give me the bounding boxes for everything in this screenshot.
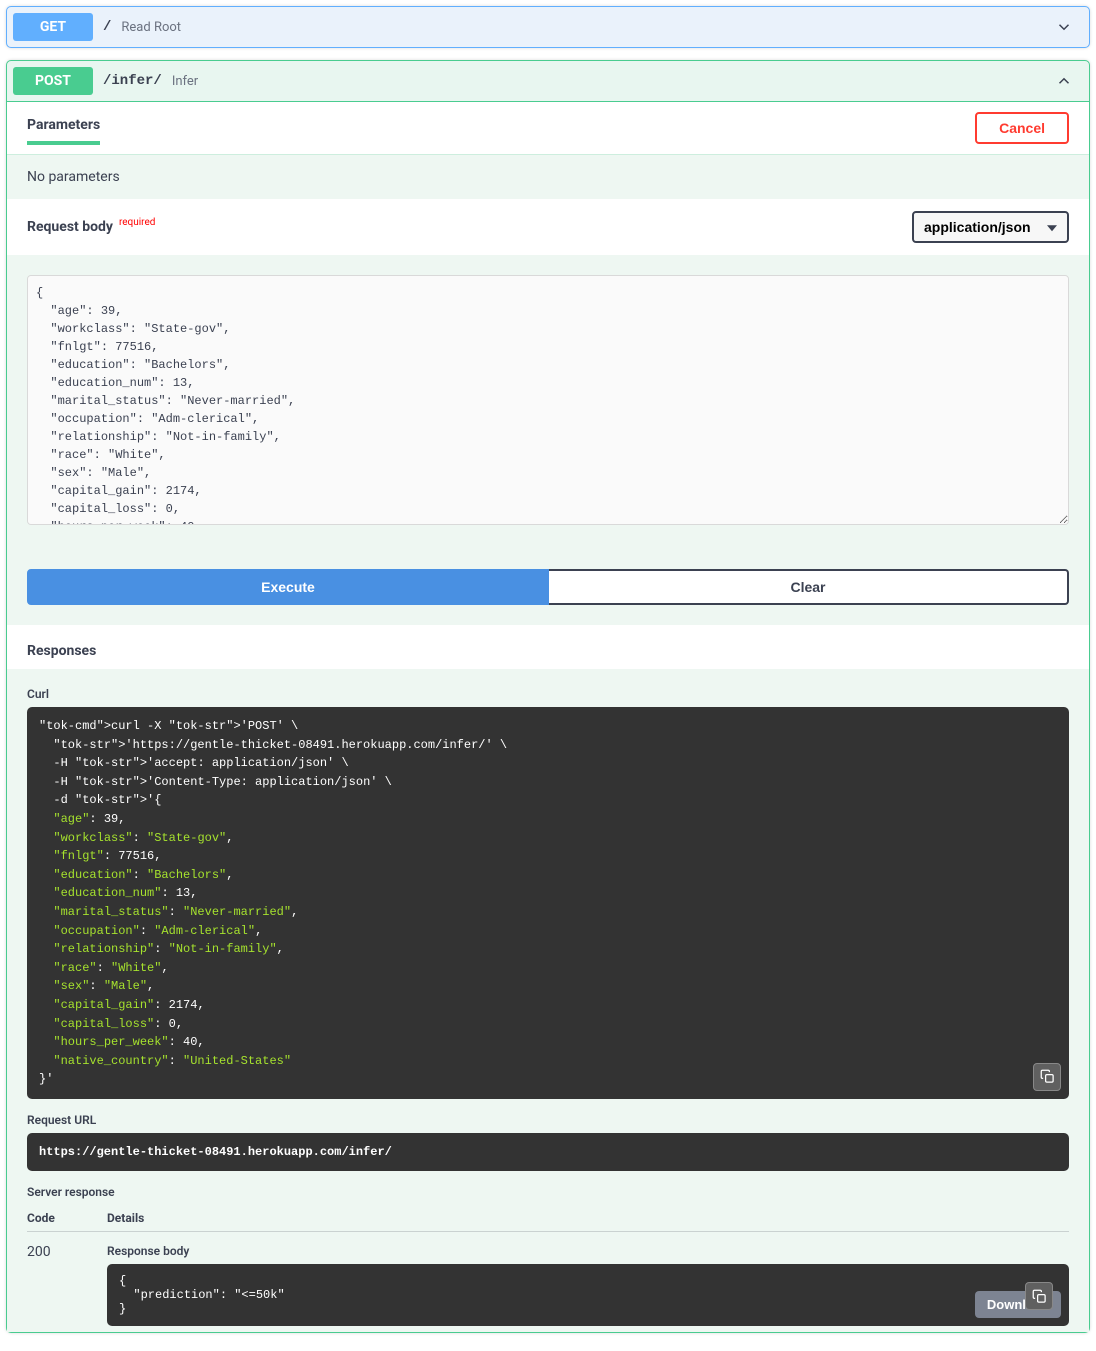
opblock-get: GET / Read Root [6, 6, 1090, 48]
method-badge-post: POST [13, 67, 93, 95]
responses-header: Responses [7, 625, 1089, 669]
request-url-block: https://gentle-thicket-08491.herokuapp.c… [27, 1133, 1069, 1172]
responses-inner: Curl "tok-cmd">curl -X "tok-str">'POST' … [7, 669, 1089, 1332]
cancel-button[interactable]: Cancel [975, 112, 1069, 144]
curl-label: Curl [27, 687, 1069, 701]
parameters-header: Parameters Cancel [7, 102, 1089, 154]
action-button-row: Execute Clear [7, 549, 1089, 625]
response-code: 200 [27, 1244, 107, 1326]
response-body-label: Response body [107, 1244, 1069, 1258]
col-details-header: Details [107, 1211, 1069, 1225]
chevron-down-icon [1055, 18, 1073, 36]
path-post: /infer/ [103, 73, 172, 89]
opblock-post: POST /infer/ Infer Parameters Cancel No … [6, 60, 1090, 1333]
response-body-block: { "prediction": "<=50k" } Download [107, 1264, 1069, 1326]
resp-table-header: Code Details [27, 1205, 1069, 1232]
desc-get: Read Root [121, 20, 181, 35]
path-get: / [103, 19, 121, 35]
request-url-value: https://gentle-thicket-08491.herokuapp.c… [39, 1145, 392, 1159]
request-url-label: Request URL [27, 1113, 1069, 1127]
server-response-label: Server response [27, 1185, 1069, 1199]
chevron-up-icon [1055, 72, 1073, 90]
no-parameters-msg: No parameters [7, 154, 1089, 199]
opblock-post-summary[interactable]: POST /infer/ Infer [7, 61, 1089, 101]
responses-label: Responses [27, 643, 1069, 659]
parameters-tab[interactable]: Parameters [27, 117, 100, 139]
clear-button[interactable]: Clear [549, 569, 1069, 605]
request-body-area: { "age": 39, "workclass": "State-gov", "… [7, 255, 1089, 549]
copy-response-button[interactable] [1025, 1282, 1053, 1310]
execute-button[interactable]: Execute [27, 569, 549, 605]
request-body-textarea[interactable]: { "age": 39, "workclass": "State-gov", "… [27, 275, 1069, 525]
opblock-get-summary[interactable]: GET / Read Root [7, 7, 1089, 47]
required-tag: required [119, 217, 155, 228]
content-type-select[interactable]: application/json [912, 211, 1069, 243]
request-body-label: Request body [27, 219, 113, 235]
curl-block: "tok-cmd">curl -X "tok-str">'POST' \ "to… [27, 707, 1069, 1099]
copy-curl-button[interactable] [1033, 1063, 1061, 1091]
col-code-header: Code [27, 1211, 107, 1225]
request-body-header: Request body required application/json [7, 199, 1089, 255]
response-row-200: 200 Response body { "prediction": "<=50k… [27, 1232, 1069, 1326]
desc-post: Infer [172, 74, 198, 89]
opblock-post-body: Parameters Cancel No parameters Request … [7, 101, 1089, 1332]
method-badge-get: GET [13, 13, 93, 41]
